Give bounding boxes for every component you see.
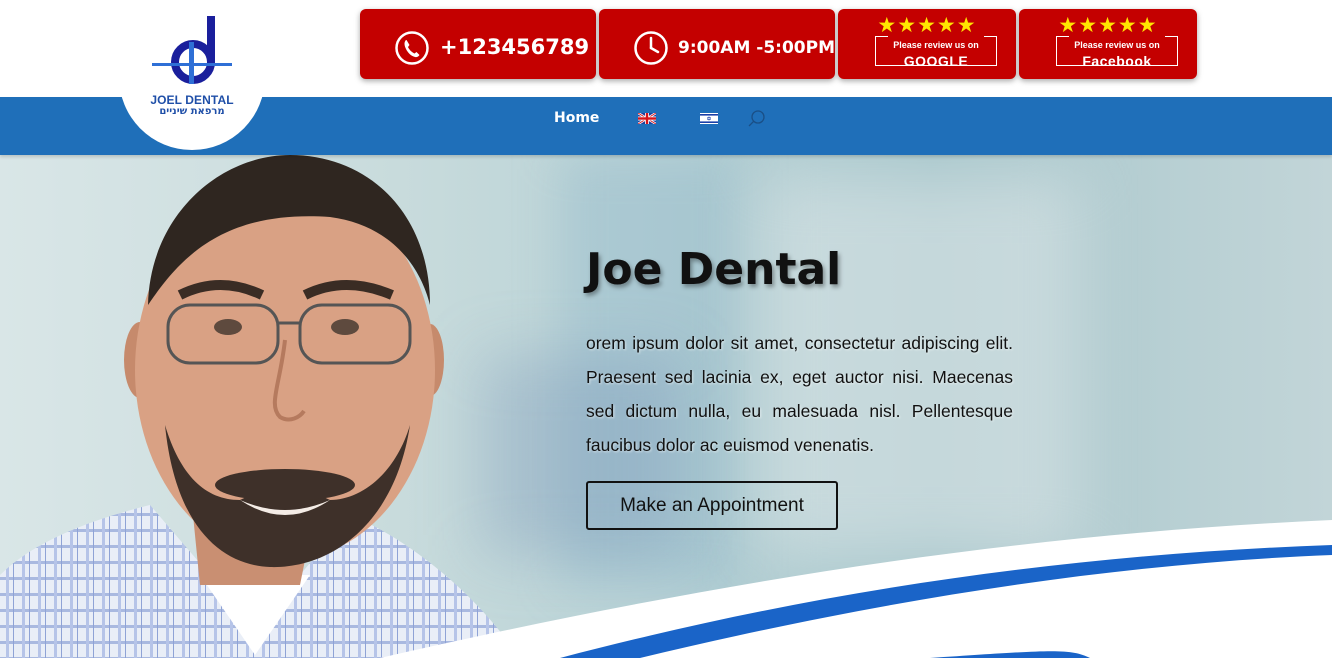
uk-flag-icon[interactable] <box>638 113 656 124</box>
hero-section: Joe Dental orem ipsum dolor sit amet, co… <box>0 155 1332 658</box>
facebook-review-prompt: Please review us on <box>1074 40 1160 50</box>
hero-description: orem ipsum dolor sit amet, consectetur a… <box>586 333 1013 455</box>
logo-name: JOEL DENTAL <box>150 93 234 107</box>
google-stars: ★★★★★ <box>877 13 977 37</box>
clock-icon <box>634 31 668 65</box>
hero-title: Joe Dental <box>586 244 842 295</box>
top-header: JOEL DENTAL מרפאת שיניים +123456789 9:00… <box>0 0 1332 150</box>
hours-tile: 9:00AM -5:00PM <box>599 9 835 79</box>
israel-flag-icon[interactable] <box>700 113 718 124</box>
facebook-stars: ★★★★★ <box>1058 13 1158 37</box>
logo-subtitle: מרפאת שיניים <box>159 106 225 117</box>
nav-home-link[interactable]: Home <box>554 110 599 126</box>
logo-mark-icon <box>152 16 232 84</box>
facebook-review-label: Facebook <box>1082 53 1152 69</box>
google-review-tile[interactable]: ★★★★★ Please review us on GOOGLE <box>838 9 1016 79</box>
opening-hours: 9:00AM -5:00PM <box>678 38 835 58</box>
wave-divider <box>380 520 1332 658</box>
google-review-label: GOOGLE <box>903 53 969 69</box>
facebook-review-tile[interactable]: ★★★★★ Please review us on Facebook <box>1019 9 1197 79</box>
google-review-box: Please review us on GOOGLE <box>875 36 997 69</box>
phone-tile[interactable]: +123456789 <box>360 9 596 79</box>
google-review-prompt: Please review us on <box>893 40 979 50</box>
logo[interactable]: JOEL DENTAL מרפאת שיניים <box>119 4 265 150</box>
phone-icon <box>395 31 429 65</box>
search-icon[interactable] <box>747 109 767 129</box>
phone-number: +123456789 <box>440 35 590 59</box>
facebook-review-box: Please review us on Facebook <box>1056 36 1178 69</box>
